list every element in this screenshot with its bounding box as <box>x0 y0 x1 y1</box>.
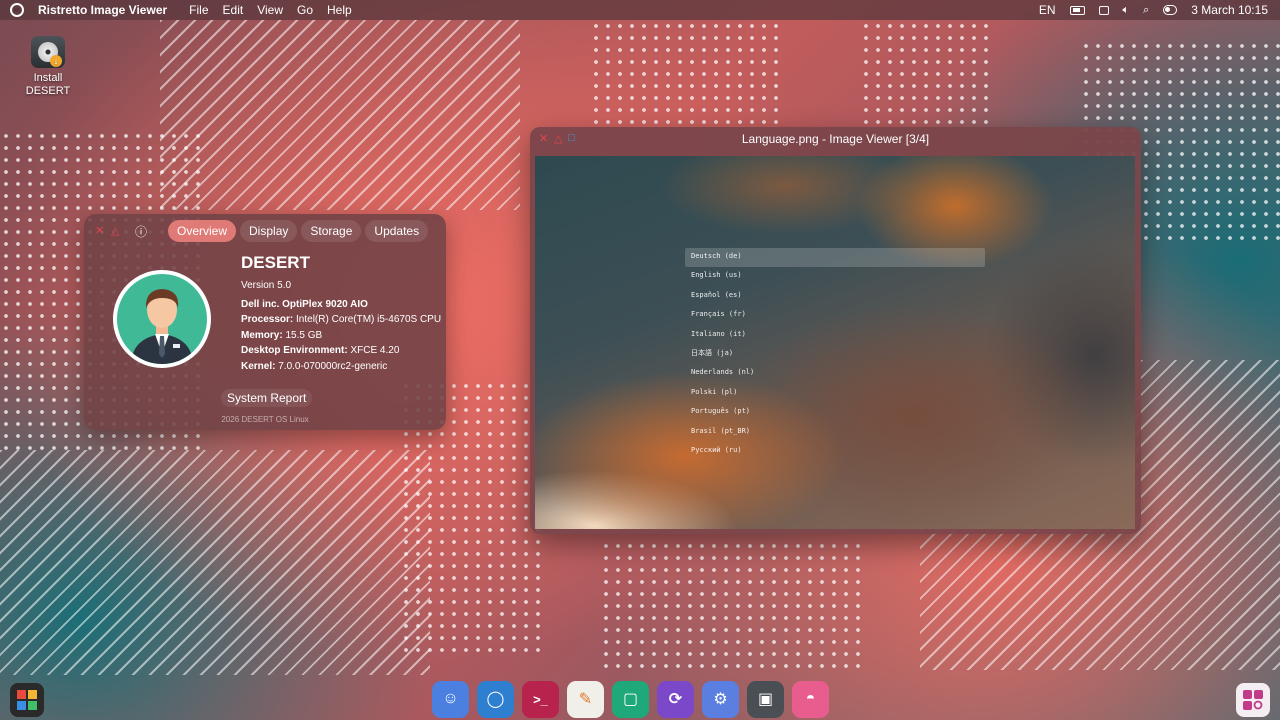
tab-storage[interactable]: Storage <box>301 220 362 242</box>
background-dots <box>860 20 990 130</box>
search-icon[interactable]: ⌕ <box>1143 4 1149 17</box>
os-version: Version 5.0 <box>241 280 292 291</box>
image-viewer-icon: ◓ <box>805 690 816 707</box>
language-list: Deutsch (de) English (us) Español (es) F… <box>685 248 985 461</box>
image-viewer-window: ✕ △ □ Language.png - Image Viewer [3/4] … <box>530 127 1141 534</box>
language-item: Brasil (pt_BR) <box>691 426 751 435</box>
dock: ☺ ◯ >_ ✎ ▢ ⟳ ⚙ ▣ ◓ <box>432 678 829 720</box>
terminal-icon: >_ <box>533 691 548 707</box>
dock-item-screenshot[interactable]: ▢ <box>612 680 649 718</box>
language-item: English (us) <box>691 271 742 280</box>
install-desert-label: Install DESERT <box>25 72 71 97</box>
kernel-label: Kernel: <box>241 360 276 372</box>
dock-item-terminal[interactable]: >_ <box>522 680 559 718</box>
system-tray: EN 🔈︎ ⌕ 3 March 10:15 <box>1039 3 1280 17</box>
minimize-button[interactable]: △ <box>111 224 119 237</box>
active-app-name[interactable]: Ristretto Image Viewer <box>38 3 167 17</box>
about-tabs: Overview Display Storage Updates <box>168 220 429 242</box>
language-item: Español (es) <box>691 290 742 299</box>
dock-item-hardware[interactable]: ▣ <box>747 680 784 718</box>
install-desert-desktop-icon[interactable]: Install DESERT <box>20 36 76 98</box>
menu-help[interactable]: Help <box>327 3 352 17</box>
battery-icon[interactable] <box>1069 5 1085 15</box>
language-item: Русский (ru) <box>691 445 742 454</box>
background-stripes <box>160 20 520 210</box>
desert-logo-icon[interactable] <box>10 3 24 17</box>
workspace-switcher-icon[interactable] <box>1236 683 1270 717</box>
app-overview-icon <box>1243 690 1263 710</box>
system-info: DESERT Version 5.0 Dell inc. OptiPlex 90… <box>241 252 441 374</box>
system-report-button[interactable]: System Report <box>221 389 313 407</box>
avatar <box>113 270 211 368</box>
kernel-value: 7.0.0-070000rc2-generic <box>278 360 388 372</box>
dock-item-finder[interactable]: ☺ <box>432 680 469 718</box>
language-item: Português (pt) <box>691 407 751 416</box>
memory-value: 15.5 GB <box>285 329 323 341</box>
processor-label: Processor: <box>241 314 294 325</box>
text-editor-icon: ✎ <box>578 691 593 708</box>
language-item: Polski (pl) <box>691 387 738 396</box>
language-item: 日本語 (ja) <box>691 348 734 357</box>
background-stripes <box>0 450 430 675</box>
tab-overview[interactable]: Overview <box>168 220 237 242</box>
info-icon[interactable]: ⓘ <box>135 223 147 240</box>
language-item: Italiano (it) <box>691 329 746 338</box>
browser-icon: ◯ <box>486 691 505 708</box>
volume-icon[interactable]: 🔈︎ <box>1123 4 1130 17</box>
menu-edit[interactable]: Edit <box>223 3 244 17</box>
os-name: DESERT <box>241 253 310 272</box>
about-system-window: ✕ △ ⓘ Overview Display Storage Updates D… <box>84 214 446 430</box>
desktop-env-label: Desktop Environment: <box>241 345 348 356</box>
sync-icon: ⟳ <box>668 691 683 708</box>
keyboard-layout[interactable]: EN <box>1039 3 1056 17</box>
screenshot-icon: ▢ <box>622 691 639 708</box>
background-dots <box>590 20 780 130</box>
device-model: Dell inc. OptiPlex 9020 AIO <box>241 298 368 310</box>
app-grid-icon <box>17 690 37 710</box>
chip-icon: ▣ <box>757 691 774 708</box>
clock[interactable]: 3 March 10:15 <box>1191 3 1268 17</box>
dock-item-text-editor[interactable]: ✎ <box>567 680 604 718</box>
tab-updates[interactable]: Updates <box>365 220 429 242</box>
tab-display[interactable]: Display <box>240 220 298 242</box>
finder-face-icon: ☺ <box>442 690 459 707</box>
language-item-selected: Deutsch (de) <box>685 248 985 268</box>
close-button[interactable]: ✕ <box>95 224 104 237</box>
viewer-title: Language.png - Image Viewer [3/4] <box>741 132 930 146</box>
menu-view[interactable]: View <box>257 3 283 17</box>
background-dots <box>600 540 860 670</box>
top-panel: Ristretto Image Viewer File Edit View Go… <box>0 0 1280 20</box>
settings-gear-icon: ⚙ <box>713 691 728 708</box>
dock-item-image-viewer[interactable]: ◓ <box>792 680 829 718</box>
dock-item-browser[interactable]: ◯ <box>477 680 514 718</box>
processor-value: Intel(R) Core(TM) i5-4670S CPU <box>296 314 442 325</box>
install-disc-icon <box>31 36 65 68</box>
dock-item-sync[interactable]: ⟳ <box>657 680 694 718</box>
notifications-icon[interactable] <box>1098 5 1109 15</box>
language-item: Français (fr) <box>691 310 746 319</box>
control-center-icon[interactable] <box>1163 5 1178 15</box>
menu-file[interactable]: File <box>189 3 208 17</box>
image-canvas[interactable]: Deutsch (de) English (us) Español (es) F… <box>535 156 1135 529</box>
menu-go[interactable]: Go <box>297 3 313 17</box>
copyright-text: 2026 DESERT OS Linux <box>221 415 309 424</box>
language-item: Nederlands (nl) <box>691 368 755 377</box>
desktop-env-value: XFCE 4.20 <box>350 345 400 356</box>
user-avatar-icon <box>131 289 193 364</box>
dock-item-settings[interactable]: ⚙ <box>702 680 739 718</box>
app-menu-icon[interactable] <box>10 683 44 717</box>
memory-label: Memory: <box>241 329 283 341</box>
